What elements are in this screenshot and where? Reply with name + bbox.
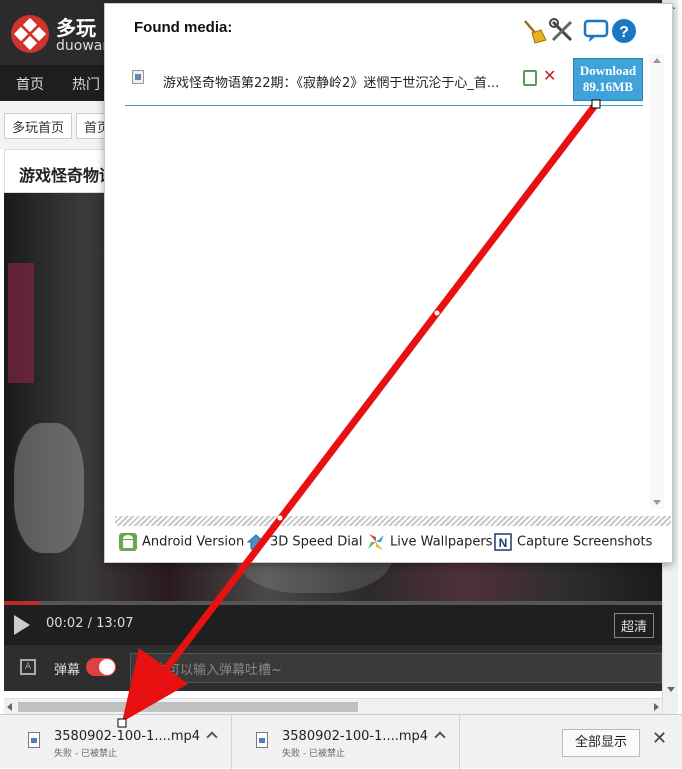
footer-link-label: Capture Screenshots <box>517 534 653 550</box>
svg-text:?: ? <box>619 24 629 41</box>
scroll-right-icon[interactable] <box>654 703 659 711</box>
scroll-down-icon[interactable] <box>667 687 675 692</box>
speed-dial-link[interactable]: 3D Speed Dial <box>246 532 363 552</box>
danmu-label: 弹幕 <box>54 663 81 678</box>
chevron-up-icon[interactable] <box>434 731 446 743</box>
live-wallpapers-link[interactable]: Live Wallpapers <box>366 532 492 552</box>
footer-link-label: 3D Speed Dial <box>270 534 363 550</box>
svg-text:N: N <box>499 536 508 550</box>
broom-icon[interactable] <box>521 18 547 44</box>
video-time: 00:02 / 13:07 <box>46 616 134 631</box>
delete-icon[interactable]: ✕ <box>543 66 556 85</box>
download-status: 失败 - 已被禁止 <box>54 749 117 759</box>
footer-link-label: Live Wallpapers <box>390 534 493 550</box>
duowan-logo-icon[interactable] <box>10 14 50 54</box>
video-frame-detail <box>8 263 34 383</box>
capture-screenshots-link[interactable]: N Capture Screenshots <box>493 532 652 552</box>
crumb-duowan-home[interactable]: 多玩首页 <box>4 113 73 139</box>
horizontal-scrollbar[interactable] <box>4 698 662 714</box>
media-list-item[interactable]: 游戏怪奇物语第22期：《寂静岭2》迷惘于世沉沦于心_首... ✕ <box>125 64 643 106</box>
scroll-up-icon[interactable] <box>653 58 661 63</box>
popup-title: Found media: <box>134 19 233 36</box>
download-shelf: 3580902-100-1....mp4 失败 - 已被禁止 3580902-1… <box>0 714 682 769</box>
download-item[interactable]: 3580902-100-1....mp4 失败 - 已被禁止 <box>232 715 460 769</box>
download-status: 失败 - 已被禁止 <box>282 749 345 759</box>
scroll-down-icon[interactable] <box>653 500 661 505</box>
download-size: 89.16MB <box>582 79 634 94</box>
danmu-toggle[interactable] <box>86 658 116 676</box>
danmu-bar: A 弹幕 点击可以输入弹幕吐槽~ <box>4 645 662 691</box>
logo-text[interactable]: 多玩 <box>56 12 96 41</box>
danmu-a-icon[interactable]: A <box>20 659 36 675</box>
close-icon[interactable]: ✕ <box>652 728 667 749</box>
download-file-name: 3580902-100-1....mp4 <box>282 729 429 744</box>
video-file-icon <box>132 70 144 84</box>
chevron-up-icon[interactable] <box>206 731 218 743</box>
danmu-input[interactable]: 点击可以输入弹幕吐槽~ <box>130 653 662 683</box>
horizontal-scroll-thumb[interactable] <box>18 702 358 712</box>
help-icon[interactable]: ? <box>611 18 637 44</box>
nav-item-home[interactable]: 首页 <box>16 74 44 94</box>
scroll-left-icon[interactable] <box>7 703 12 711</box>
pinwheel-icon <box>368 534 384 550</box>
popup-divider <box>115 516 671 526</box>
download-label: Download <box>579 63 637 78</box>
media-finder-popup: Found media: ? 游戏怪奇物语第22期：《寂静岭2》迷惘于世沉沦于心… <box>104 3 673 563</box>
copy-link-icon[interactable] <box>523 70 537 86</box>
nav-item-hot[interactable]: 热门 <box>72 74 100 94</box>
toggle-knob <box>99 659 115 675</box>
tools-icon[interactable] <box>549 18 575 44</box>
logo-subtext[interactable]: duowan <box>56 38 111 54</box>
capture-icon: N <box>494 533 512 551</box>
android-version-link[interactable]: Android Version <box>118 532 244 552</box>
comment-icon[interactable] <box>583 18 609 44</box>
show-all-button[interactable]: 全部显示 <box>562 729 640 757</box>
video-controls: 00:02 / 13:07 超清 <box>4 605 662 645</box>
download-file-name: 3580902-100-1....mp4 <box>54 729 201 744</box>
download-item[interactable]: 3580902-100-1....mp4 失败 - 已被禁止 <box>4 715 232 769</box>
house-icon <box>246 534 266 550</box>
download-button[interactable]: Download 89.16MB <box>573 58 643 101</box>
file-icon <box>28 732 40 748</box>
popup-scrollbar[interactable] <box>650 54 664 509</box>
media-name: 游戏怪奇物语第22期：《寂静岭2》迷惘于世沉沦于心_首... <box>163 76 500 91</box>
quality-button[interactable]: 超清 <box>613 613 654 638</box>
play-icon[interactable] <box>14 615 30 635</box>
android-icon <box>119 533 137 551</box>
video-title: 游戏怪奇物语 <box>19 166 116 185</box>
footer-link-label: Android Version <box>142 534 245 550</box>
video-frame-detail <box>14 423 84 553</box>
file-icon <box>256 732 268 748</box>
